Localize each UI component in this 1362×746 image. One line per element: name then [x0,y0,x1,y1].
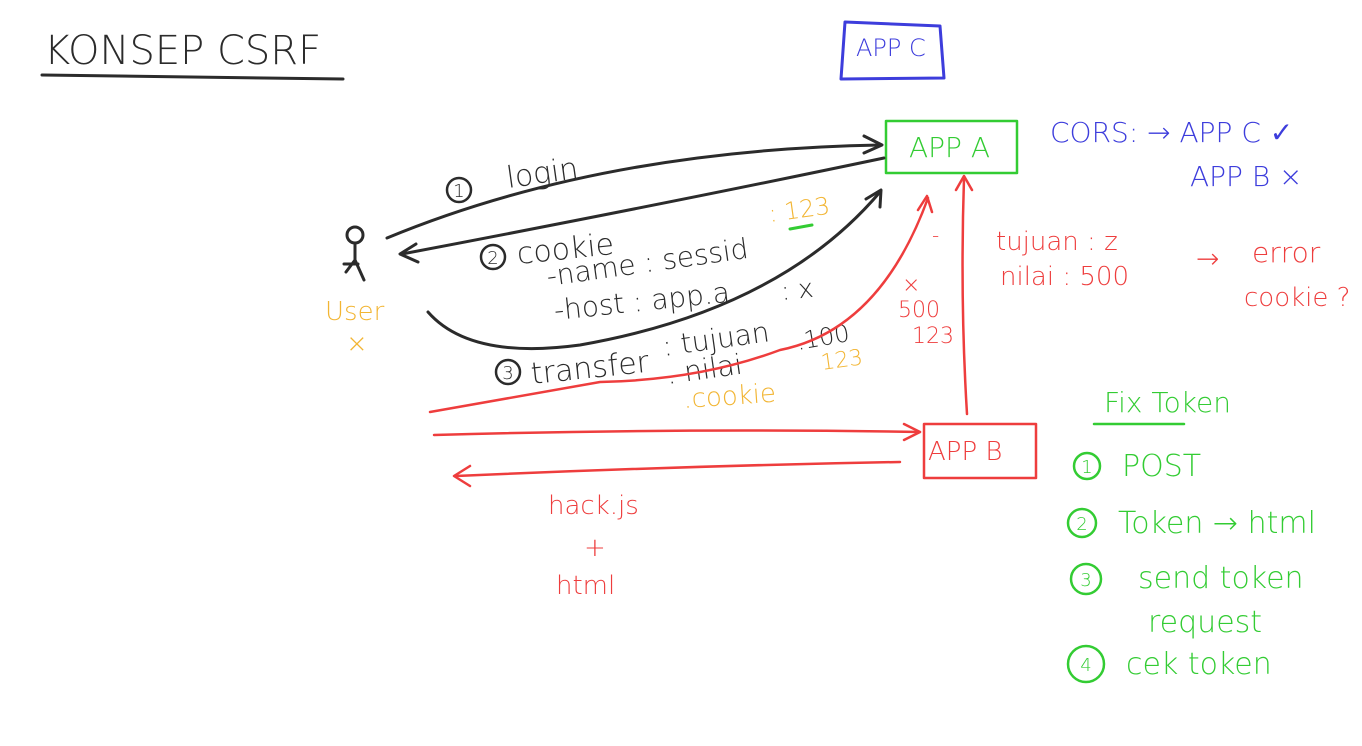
hack-html-text: html [556,571,615,601]
error-nilai: nilai : 500 [1000,262,1129,292]
page-title: KONSEP CSRF [44,28,321,74]
fix-item-3-text-2: request [1148,605,1262,640]
transfer-num: 3 [502,363,513,384]
fix-item-4: 4 cek token [1066,644,1272,684]
attack-123: 123 [912,324,954,349]
fix-item-1-text: POST [1122,449,1201,484]
cookie-value: : 123 [767,192,832,228]
cookie-num: 2 [487,248,498,269]
app-c-label: APP C [856,34,926,62]
app-b-to-user-arrow [452,460,902,488]
fix-item-2-text: Token → html [1118,506,1316,541]
user-mark: × [346,329,368,359]
user-to-app-b-arrow [432,422,922,442]
error-arrow: → [1196,242,1219,275]
login-text: login [504,151,580,196]
cookie-tujuan-x: : x [780,274,815,307]
app-b-label: APP B [928,437,1002,467]
fix-item-3: 3 send token request [1069,561,1304,640]
fix-item-1: 1 POST [1072,449,1201,484]
attack-dash: - [932,223,939,247]
fix-item-2-num: 2 [1076,514,1087,535]
app-a-box: APP A [884,119,1019,175]
fix-item-4-text: cek token [1126,647,1272,682]
error-text: error [1252,236,1321,269]
transfer-cookie-line: .cookie [682,379,777,415]
fix-title: Fix Token [1104,386,1231,419]
transfer-cookie-value: 123 [819,345,864,376]
fix-item-2: 2 Token → html [1066,506,1316,541]
app-b-box: APP B [922,422,1038,480]
fix-item-3-text: send token [1138,561,1304,596]
app-a-label: APP A [909,131,990,164]
cors-line-1: CORS: → APP C ✓ [1050,116,1293,149]
cookie-value-underline [788,223,814,231]
error-tujuan: tujuan : z [996,227,1118,257]
hack-js-text: hack.js [548,491,639,521]
user-label: User [325,297,385,327]
whiteboard-canvas: KONSEP CSRF APP C APP A APP B CORS: → AP… [40,20,1350,684]
title-underline [40,73,345,81]
hack-plus: + [584,533,606,563]
login-num: 1 [453,181,464,202]
cors-line-2: APP B × [1190,160,1303,193]
user-figure [342,225,366,282]
fix-item-1-num: 1 [1081,457,1092,478]
attack-x: × [902,273,920,298]
attack-500: 500 [898,298,940,323]
fix-item-3-num: 3 [1080,570,1091,591]
fix-item-4-num: 4 [1080,655,1091,676]
app-c-box: APP C [839,20,946,81]
app-b-to-app-a-arrow [954,174,974,416]
error-cookie-question: cookie ? [1244,283,1350,313]
